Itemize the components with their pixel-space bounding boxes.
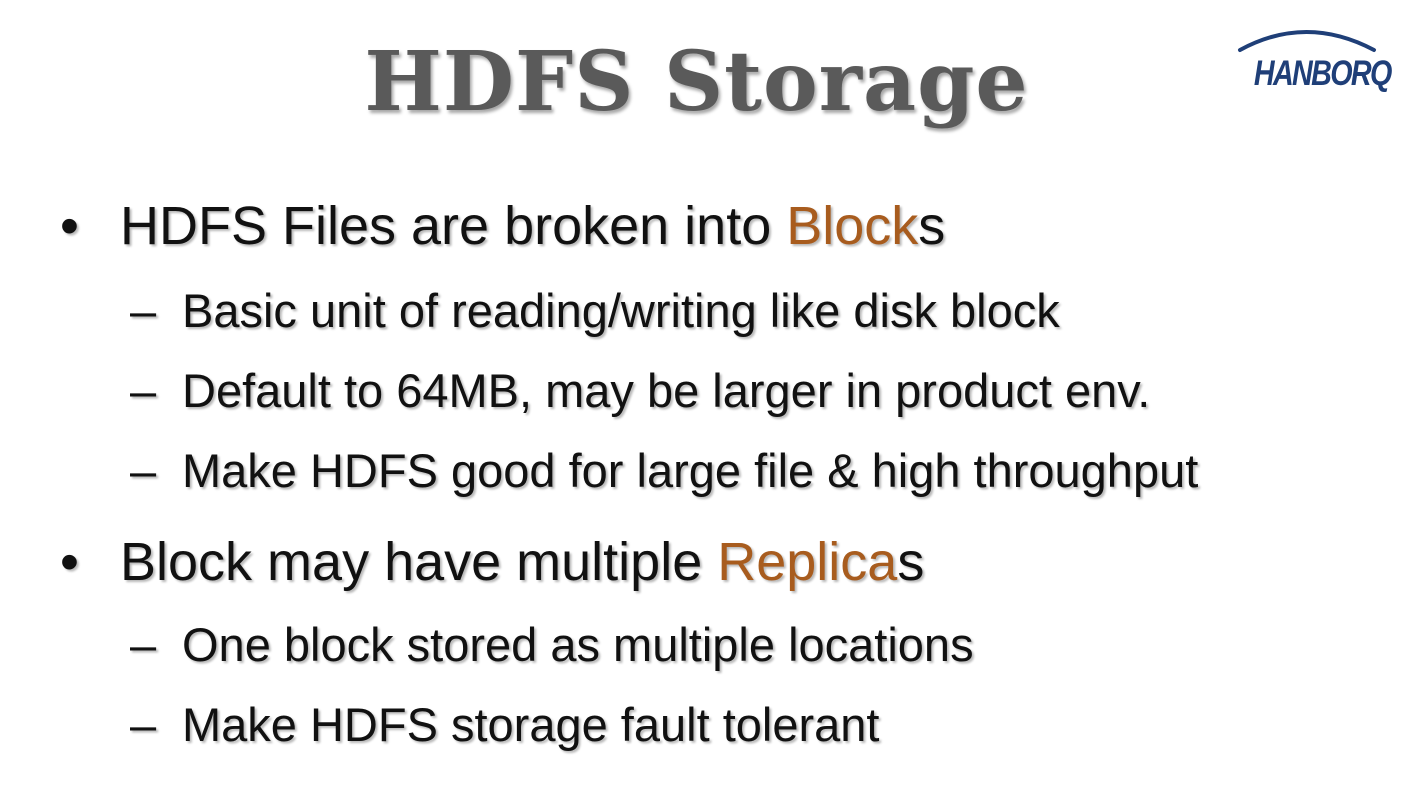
bullet-text: HDFS Files are broken into [120,196,787,256]
sub-bullet-item: – Default to 64MB, may be larger in produ… [130,364,1150,418]
sub-bullet-text: Make HDFS good for large file & high thr… [182,444,1199,497]
sub-bullet-text: One block stored as multiple locations [182,618,974,671]
sub-bullet-marker: – [130,444,157,497]
bullet-highlight: Block [786,196,919,256]
sub-bullet-item: – Make HDFS storage fault tolerant [130,698,879,752]
bullet-marker: • [60,532,79,592]
slide: HDFS Storage HANBORQ • HDFS Files are bro… [0,0,1419,804]
sub-bullet-item: – Make HDFS good for large file & high th… [130,444,1198,498]
bullet-list: • HDFS Files are broken into Blocks – Basi… [0,0,1419,804]
sub-bullet-text: Basic unit of reading/writing like disk … [182,284,1060,337]
sub-bullet-text: Default to 64MB, may be larger in produc… [182,364,1151,417]
sub-bullet-item: – Basic unit of reading/writing like disk… [130,284,1060,338]
bullet-suffix: s [897,532,925,592]
sub-bullet-text: Make HDFS storage fault tolerant [182,698,880,751]
bullet-item-replicas: • Block may have multiple Replicas [60,532,924,592]
sub-bullet-marker: – [130,698,157,751]
bullet-item-blocks: • HDFS Files are broken into Blocks [60,196,945,256]
sub-bullet-item: – One block stored as multiple locations [130,618,974,672]
sub-bullet-marker: – [130,618,157,671]
sub-bullet-marker: – [130,364,157,417]
bullet-marker: • [60,196,79,256]
sub-bullet-marker: – [130,284,157,337]
bullet-suffix: s [918,196,946,256]
bullet-highlight: Replica [717,532,898,592]
bullet-text: Block may have multiple [120,532,718,592]
